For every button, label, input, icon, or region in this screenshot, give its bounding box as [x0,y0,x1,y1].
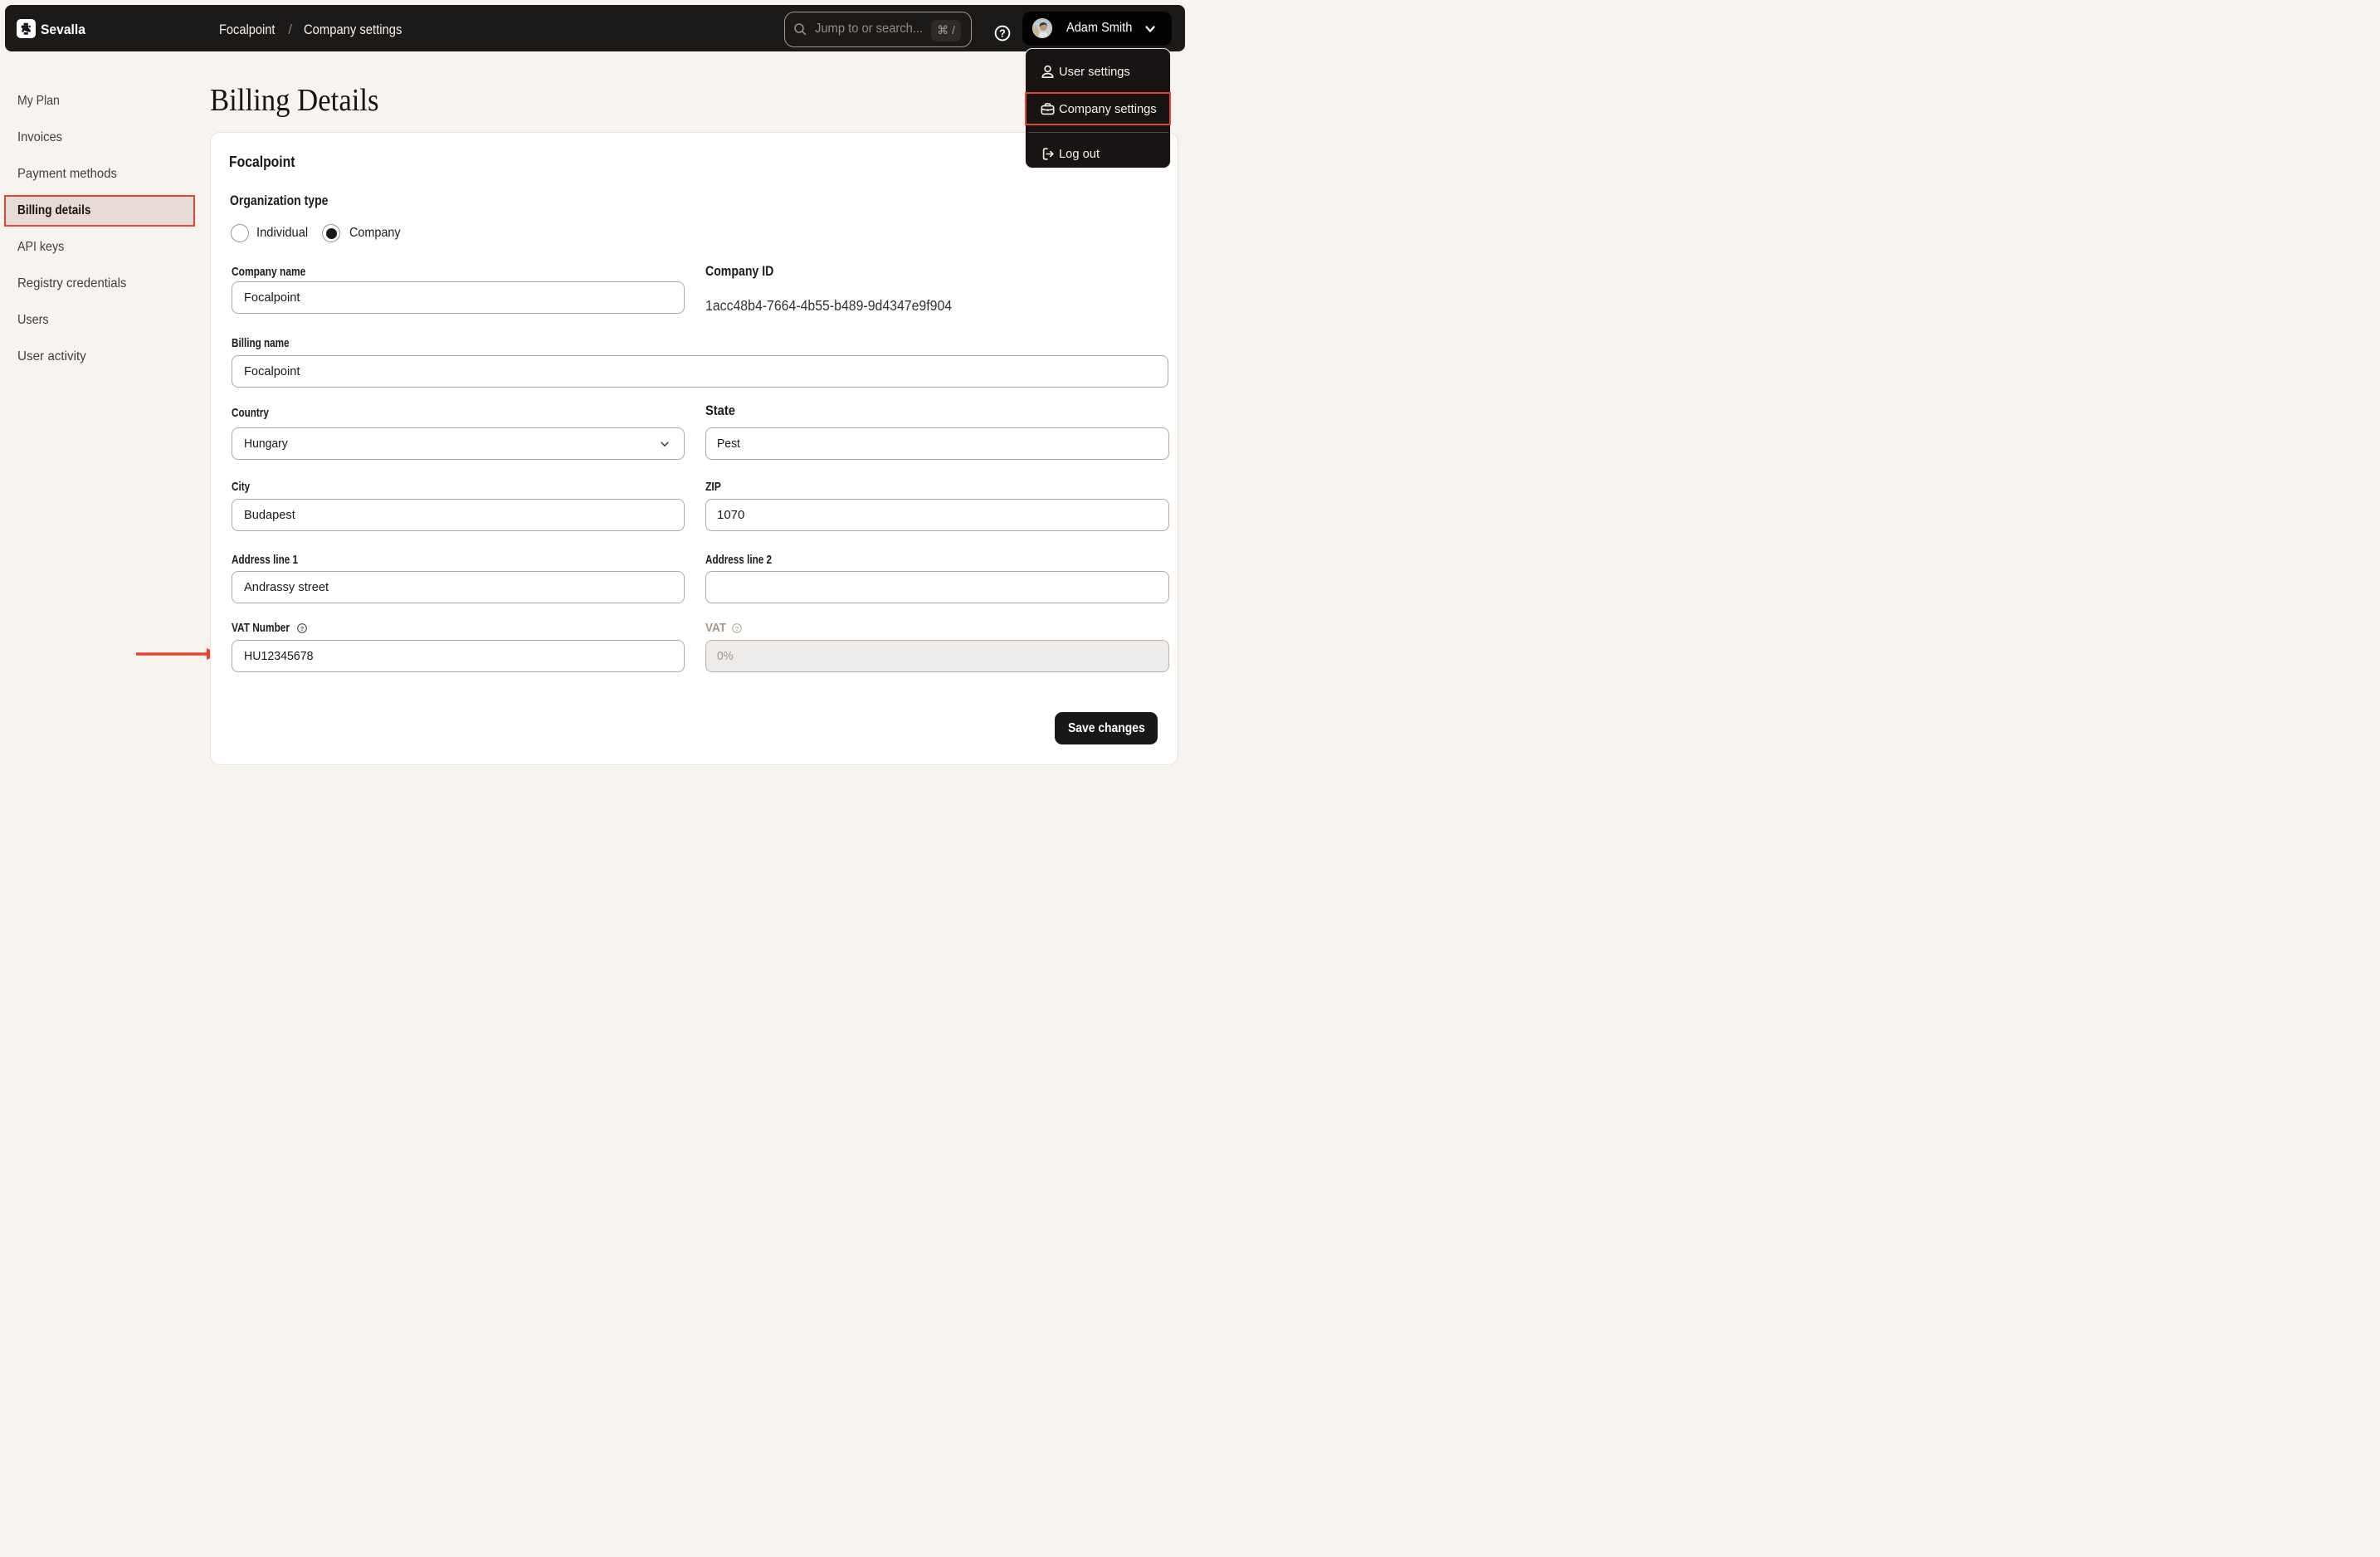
svg-text:?: ? [300,625,305,632]
svg-text:?: ? [999,28,1006,40]
svg-text:?: ? [735,625,739,632]
